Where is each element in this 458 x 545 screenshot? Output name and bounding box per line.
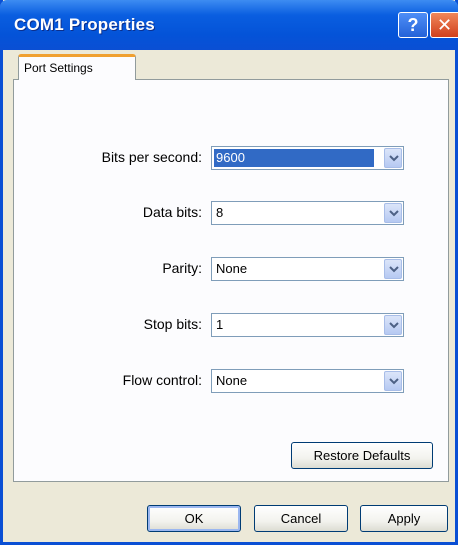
chevron-down-icon[interactable] xyxy=(384,371,402,391)
flow-control-label: Flow control: xyxy=(122,372,202,388)
parity-value: None xyxy=(216,261,248,276)
close-button[interactable]: ✕ xyxy=(430,12,458,38)
parity-dropdown[interactable]: None xyxy=(211,257,404,281)
chevron-down-icon[interactable] xyxy=(384,259,402,279)
flow-control-dropdown[interactable]: None xyxy=(211,369,404,393)
bits-per-second-value: 9600 xyxy=(214,149,374,167)
stop-bits-value: 1 xyxy=(216,317,224,332)
ok-button[interactable]: OK xyxy=(147,505,241,532)
chevron-down-icon[interactable] xyxy=(384,203,402,223)
bits-per-second-dropdown[interactable]: 9600 xyxy=(211,146,404,170)
tab-panel-port-settings: Bits per second: 9600 Data bits: 8 Parit… xyxy=(13,79,449,482)
properties-dialog: COM1 Properties ? ✕ Port Settings Bits p… xyxy=(0,0,458,545)
stop-bits-dropdown[interactable]: 1 xyxy=(211,313,404,337)
help-button[interactable]: ? xyxy=(398,12,428,38)
chevron-down-icon[interactable] xyxy=(384,148,402,168)
close-icon: ✕ xyxy=(436,15,453,35)
tab-port-settings[interactable]: Port Settings xyxy=(18,54,136,80)
title-bar[interactable]: COM1 Properties ? ✕ xyxy=(0,0,458,50)
restore-defaults-button[interactable]: Restore Defaults xyxy=(291,442,433,469)
data-bits-value: 8 xyxy=(216,205,224,220)
data-bits-label: Data bits: xyxy=(142,204,202,220)
apply-button[interactable]: Apply xyxy=(360,505,448,532)
cancel-button[interactable]: Cancel xyxy=(254,505,348,532)
parity-label: Parity: xyxy=(162,260,202,276)
window-title: COM1 Properties xyxy=(14,15,155,34)
chevron-down-icon[interactable] xyxy=(384,315,402,335)
flow-control-value: None xyxy=(216,373,248,388)
stop-bits-label: Stop bits: xyxy=(143,316,202,332)
bits-per-second-label: Bits per second: xyxy=(101,149,202,165)
data-bits-dropdown[interactable]: 8 xyxy=(211,201,404,225)
help-icon: ? xyxy=(407,15,419,35)
